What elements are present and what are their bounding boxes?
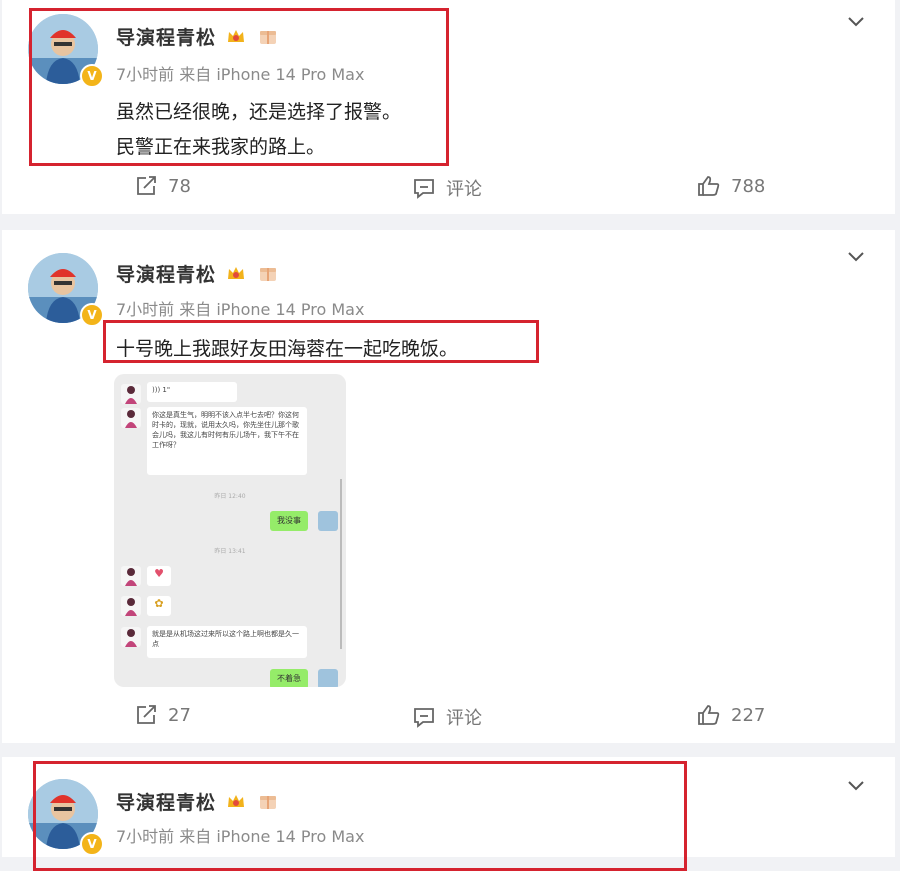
chat-timestamp: 昨日 13:41 [214, 548, 246, 555]
comment-button[interactable]: 评论 [412, 175, 482, 201]
flower-sticker: ✿ [147, 596, 171, 616]
contact-avatar [121, 596, 141, 616]
highlight-box [29, 8, 449, 166]
thumb-up-icon [698, 705, 720, 725]
thumb-up-icon [698, 176, 720, 196]
crown-icon [228, 267, 244, 279]
chevron-down-icon[interactable] [847, 251, 865, 263]
post-meta: 7小时前 来自 iPhone 14 Pro Max [116, 300, 365, 319]
chat-reply: 我没事 [270, 511, 308, 531]
repost-count: 78 [168, 175, 191, 197]
share-icon [137, 176, 156, 195]
chevron-down-icon[interactable] [847, 780, 865, 792]
author-name[interactable]: 导演程青松 [116, 260, 216, 287]
heart-sticker: ♥ [147, 566, 171, 586]
comment-label: 评论 [446, 179, 482, 200]
user-avatar [318, 669, 338, 687]
chat-message: 你这是真生气，明明不该入点半七去吧？你这何时卡的，现就，说用太久吗，你先坐住儿那… [147, 407, 307, 475]
comment-icon [414, 708, 434, 728]
contact-avatar [121, 384, 141, 404]
comment-label: 评论 [446, 708, 482, 729]
user-avatar [318, 511, 338, 531]
chat-message: 就是是从机场这过来所以这个路上啊也都是久一点 [147, 626, 307, 658]
chat-scrollbar [340, 479, 342, 649]
share-icon [137, 705, 156, 724]
verified-badge: V [80, 303, 104, 327]
contact-avatar [121, 627, 141, 647]
highlight-box [33, 761, 687, 871]
chat-timestamp: 昨日 12:40 [214, 493, 246, 500]
repost-button[interactable]: 78 [134, 175, 191, 197]
chat-screenshot-image[interactable]: ))) 1" 你这是真生气，明明不该入点半七去吧？你这何时卡的，现就，说用太久吗… [114, 374, 346, 687]
chat-reply: 不着急 [270, 669, 308, 687]
contact-avatar [121, 408, 141, 428]
like-count: 788 [731, 175, 766, 197]
comment-button[interactable]: 评论 [412, 704, 482, 730]
like-count: 227 [731, 704, 766, 726]
like-button[interactable]: 788 [697, 175, 765, 197]
highlight-box [103, 320, 539, 363]
repost-button[interactable]: 27 [134, 704, 191, 726]
post-card: V 导演程青松 7小时前 来自 iPhone 14 Pro Max 虽然已经很晚… [2, 0, 895, 214]
chevron-down-icon[interactable] [847, 16, 865, 28]
contact-avatar [121, 566, 141, 586]
comment-icon [414, 179, 434, 199]
like-button[interactable]: 227 [697, 704, 765, 726]
voice-message[interactable]: ))) 1" [147, 382, 237, 402]
post-card: V 导演程青松 7小时前 来自 iPhone 14 Pro Max [2, 757, 895, 871]
repost-count: 27 [168, 704, 191, 726]
gift-icon [260, 268, 276, 281]
